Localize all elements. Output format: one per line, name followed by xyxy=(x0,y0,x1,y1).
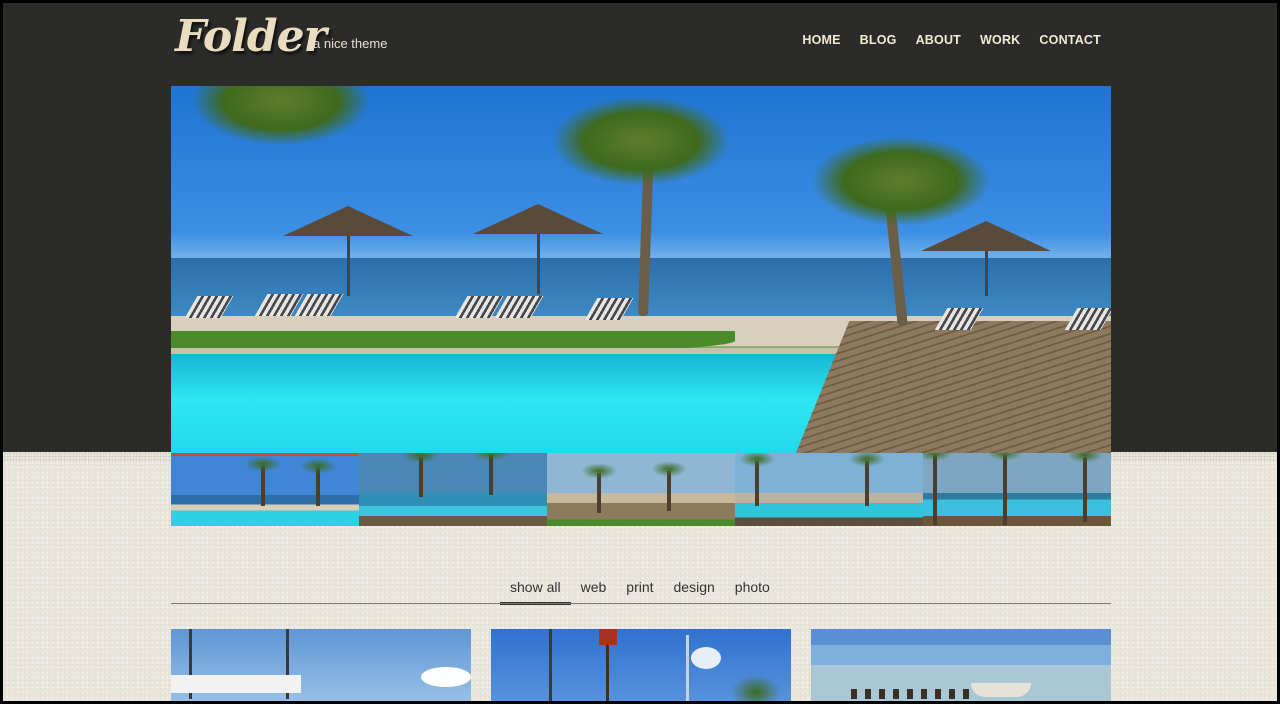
thumbnail-strip xyxy=(171,453,1111,526)
thumbnail-3[interactable] xyxy=(547,453,735,526)
nav-about[interactable]: ABOUT xyxy=(916,33,961,47)
site-tagline: a nice theme xyxy=(313,36,388,51)
thumbnail-5[interactable] xyxy=(923,453,1111,526)
portfolio-item-1[interactable] xyxy=(171,629,471,701)
thumbnail-1[interactable] xyxy=(171,453,359,526)
filter-show-all[interactable]: show all xyxy=(500,573,571,605)
nav-contact[interactable]: CONTACT xyxy=(1039,33,1101,47)
site-logo[interactable]: Folder xyxy=(175,11,327,62)
filter-design[interactable]: design xyxy=(664,573,725,605)
portfolio-item-3[interactable] xyxy=(811,629,1111,701)
nav-blog[interactable]: BLOG xyxy=(860,33,897,47)
main-nav: HOME BLOG ABOUT WORK CONTACT xyxy=(802,33,1101,47)
portfolio-filter: show all web print design photo xyxy=(500,573,780,605)
filter-print[interactable]: print xyxy=(616,573,663,605)
nav-home[interactable]: HOME xyxy=(802,33,840,47)
filter-divider xyxy=(171,603,1111,604)
portfolio-grid xyxy=(171,629,1111,701)
thumbnail-2[interactable] xyxy=(359,453,547,526)
filter-photo[interactable]: photo xyxy=(725,573,780,605)
hero-slide-image[interactable] xyxy=(171,86,1111,453)
thumbnail-4[interactable] xyxy=(735,453,923,526)
page: Folder a nice theme HOME BLOG ABOUT WORK… xyxy=(3,3,1277,701)
nav-work[interactable]: WORK xyxy=(980,33,1020,47)
portfolio-item-2[interactable] xyxy=(491,629,791,701)
filter-web[interactable]: web xyxy=(571,573,617,605)
